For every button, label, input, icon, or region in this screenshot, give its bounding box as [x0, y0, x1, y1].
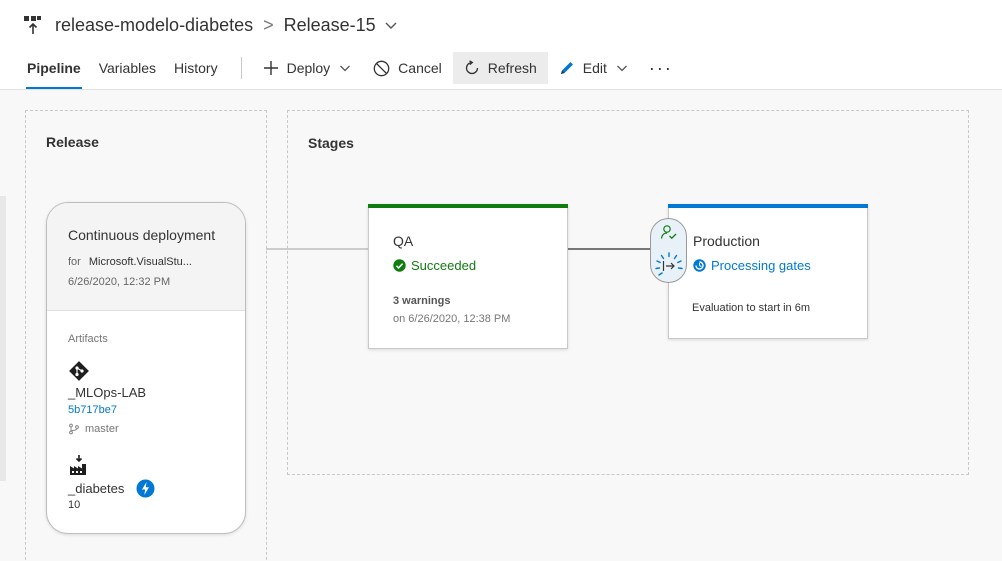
release-date: 6/26/2020, 12:32 PM [68, 276, 171, 288]
git-icon [68, 360, 90, 387]
chevron-down-icon [616, 65, 627, 72]
chevron-down-icon [340, 65, 351, 72]
pencil-icon [560, 62, 573, 74]
stage-status-bar [368, 204, 568, 208]
stage-card-qa[interactable]: QA Succeeded 3 warnings on 6/26/2020, 12… [368, 204, 568, 349]
build-icon [68, 455, 90, 482]
refresh-label: Refresh [487, 60, 537, 76]
processing-icon [693, 259, 706, 272]
artifacts-label: Artifacts [68, 333, 108, 345]
cancel-label: Cancel [398, 60, 442, 76]
toolbar: Pipeline Variables History Deploy Cancel… [0, 48, 683, 89]
plus-icon [263, 61, 278, 75]
lightning-icon [136, 479, 155, 503]
refresh-button[interactable]: Refresh [452, 52, 548, 84]
tab-variables[interactable]: Variables [90, 51, 165, 85]
artifact-branch-name: master [85, 423, 119, 435]
success-icon [393, 259, 406, 272]
branch-icon [69, 423, 79, 435]
breadcrumb-release-name[interactable]: Release-15 [284, 15, 376, 36]
stage-date: on 6/26/2020, 12:38 PM [393, 313, 511, 325]
artifact-version: 10 [68, 499, 81, 511]
stage-card-production[interactable]: Production Processing gates Evaluation t… [668, 204, 868, 339]
artifact-commit-link[interactable]: 5b717be7 [68, 404, 117, 416]
tab-pipeline[interactable]: Pipeline [18, 51, 90, 89]
more-actions-button[interactable]: ··· [639, 52, 683, 84]
chevron-down-icon[interactable] [384, 18, 398, 32]
release-pipeline-icon [24, 14, 42, 36]
breadcrumb-separator: > [263, 14, 274, 35]
stage-note: Evaluation to start in 6m [692, 302, 811, 314]
artifact-branch: master [68, 423, 119, 435]
stage-status-label: Succeeded [411, 258, 477, 273]
breadcrumb-pipeline-name[interactable]: release-modelo-diabetes [55, 15, 253, 36]
stage-name: QA [393, 233, 414, 249]
stage-status: Processing gates [693, 258, 811, 273]
left-edge-strip [0, 196, 6, 481]
stage-status-bar [668, 204, 868, 208]
stages-panel-title: Stages [308, 135, 354, 151]
cancel-button[interactable]: Cancel [362, 52, 453, 84]
gates-processing-icon [653, 250, 685, 287]
artifact-name: _MLOps-LAB [68, 385, 147, 400]
stage-name: Production [693, 233, 760, 249]
release-card[interactable]: Continuous deployment for Microsoft.Visua… [46, 202, 246, 534]
release-source: for Microsoft.VisualStu... [68, 256, 192, 268]
deploy-label: Deploy [286, 60, 331, 76]
qa-to-production-connector [567, 248, 653, 250]
toolbar-divider [240, 57, 242, 79]
tab-history[interactable]: History [165, 51, 227, 85]
refresh-icon [465, 60, 478, 75]
edit-button[interactable]: Edit [548, 52, 639, 84]
deploy-button[interactable]: Deploy [252, 52, 363, 84]
approver-icon [660, 224, 678, 245]
stage-status: Succeeded [393, 258, 476, 273]
release-trigger: Continuous deployment [68, 227, 216, 243]
breadcrumb: release-modelo-diabetes > Release-15 [24, 11, 398, 39]
cancel-icon [373, 60, 390, 76]
stage-warnings: 3 warnings [393, 295, 451, 307]
pre-deployment-conditions[interactable] [650, 218, 687, 283]
edit-label: Edit [582, 60, 607, 76]
release-to-qa-connector [266, 248, 369, 250]
release-source-prefix: for [68, 256, 81, 268]
release-source-name: Microsoft.VisualStu... [88, 256, 192, 268]
page-header: release-modelo-diabetes > Release-15 Pip… [0, 0, 1002, 90]
artifact-name: _diabetes [68, 481, 125, 496]
stage-status-label: Processing gates [711, 258, 811, 273]
release-panel-title: Release [46, 134, 99, 150]
